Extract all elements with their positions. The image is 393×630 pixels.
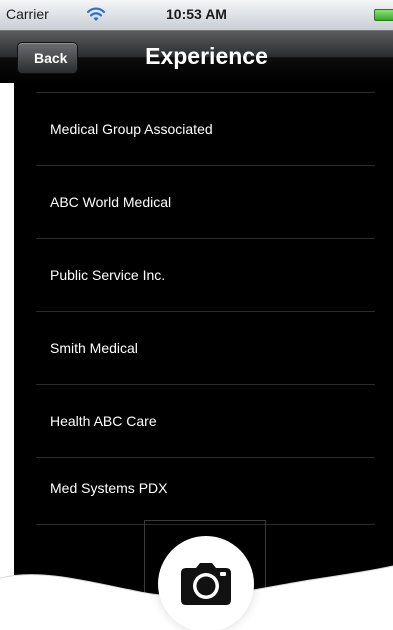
- camera-button[interactable]: [158, 536, 254, 630]
- status-time: 10:53 AM: [166, 6, 227, 22]
- list-item-label: Medical Group Associated: [50, 121, 213, 137]
- list-item[interactable]: Smith Medical: [36, 312, 375, 385]
- list-item-label: Health ABC Care: [50, 413, 157, 429]
- list-item[interactable]: Health ABC Care: [36, 385, 375, 458]
- list-item-label: Public Service Inc.: [50, 267, 166, 283]
- list-item[interactable]: Medical Group Associated: [36, 93, 375, 166]
- battery-icon: [374, 9, 393, 21]
- list-item[interactable]: Public Service Inc.: [36, 239, 375, 312]
- list-item[interactable]: ABC World Medical: [36, 166, 375, 239]
- list-item-label: Med Systems PDX: [50, 480, 168, 496]
- page-title: Experience: [145, 43, 268, 69]
- list-item-label: Smith Medical: [50, 340, 138, 356]
- list-item[interactable]: Med Systems PDX: [36, 452, 375, 525]
- navigation-bar: Back Experience: [0, 30, 393, 83]
- phone-screen: Carrier 10:53 AM Back Experience Medical…: [0, 0, 393, 630]
- status-bar: Carrier 10:53 AM: [0, 0, 393, 30]
- list-item-label: ABC World Medical: [50, 194, 172, 210]
- camera-icon: [181, 563, 231, 605]
